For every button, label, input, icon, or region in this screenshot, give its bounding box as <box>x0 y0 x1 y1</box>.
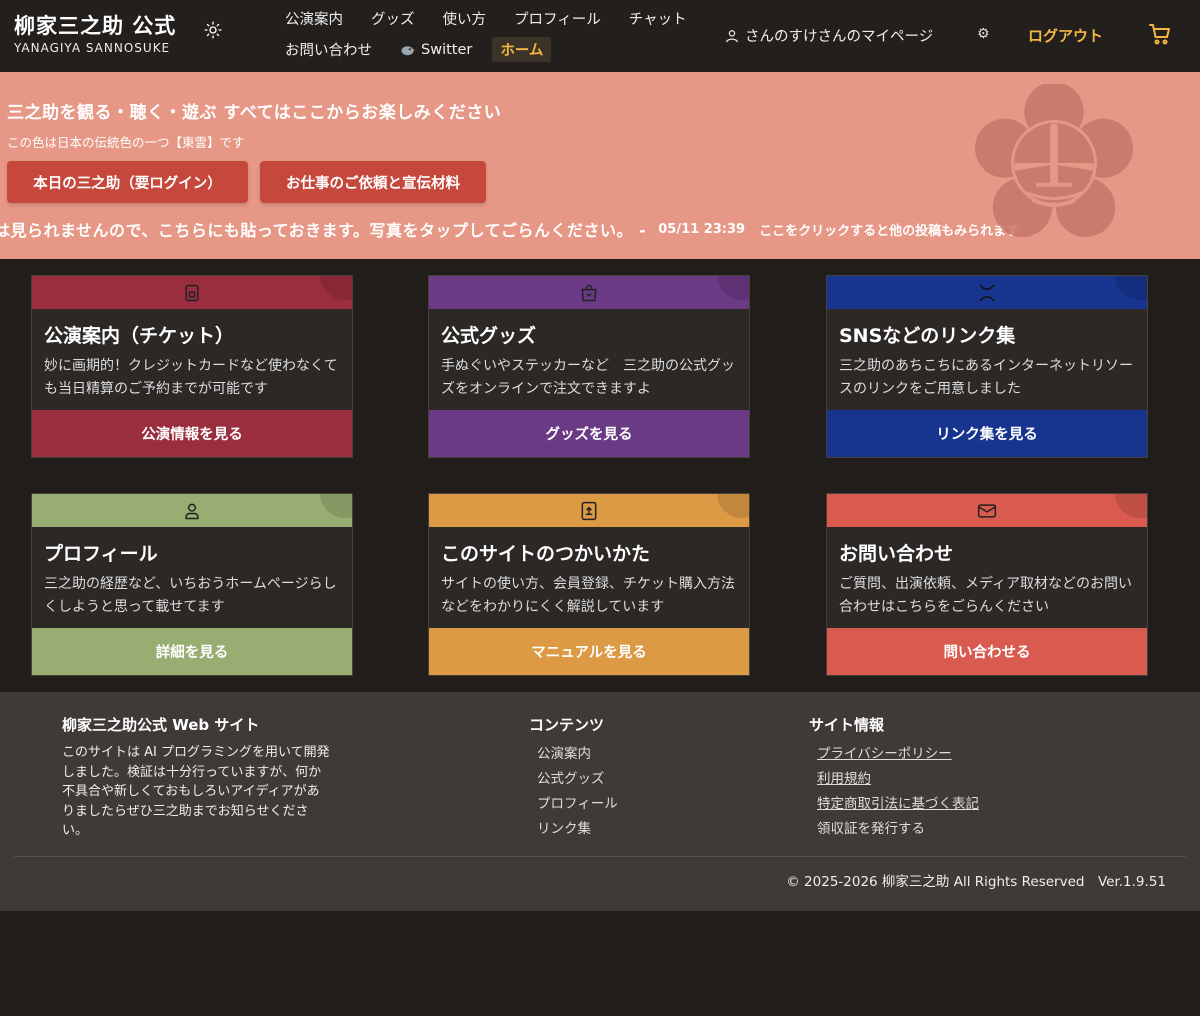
news-ticker[interactable]: は見られませんので、こちらにも貼っておきます。写真をタップしてごらんください。 … <box>0 217 1019 241</box>
card-goods: 公式グッズ 手ぬぐいやステッカーなど 三之助の公式グッズをオンラインで注文できま… <box>428 275 750 458</box>
profile-button[interactable]: 詳細を見る <box>32 628 352 675</box>
footer-link-commerce-law[interactable]: 特定商取引法に基づく表記 <box>817 792 979 817</box>
card-title: プロフィール <box>44 543 158 565</box>
manual-button[interactable]: マニュアルを見る <box>429 628 749 675</box>
card-tickets: 公演案内（チケット） 妙に画期的！クレジットカードなど使わなくても当日精算のご予… <box>31 275 353 458</box>
card-title: このサイトのつかいかた <box>441 543 651 565</box>
card-header <box>429 276 749 309</box>
card-manual: このサイトのつかいかた サイトの使い方、会員登録、チケット購入方法などをわかりに… <box>428 493 750 676</box>
nav-home[interactable]: ホーム <box>492 37 552 62</box>
card-header <box>32 494 352 527</box>
tickets-button[interactable]: 公演情報を見る <box>32 410 352 457</box>
links-button[interactable]: リンク集を見る <box>827 410 1147 457</box>
card-contact: お問い合わせ ご質問、出演依頼、メディア取材などのお問い合わせはこちらをごらんく… <box>826 493 1148 676</box>
card-description: 妙に画期的！クレジットカードなど使わなくても当日精算のご予約までが可能です <box>44 358 338 397</box>
nav-chat[interactable]: チャット <box>629 8 687 29</box>
today-sannosuke-button[interactable]: 本日の三之助（要ログイン） <box>7 161 248 203</box>
copyright-text: © 2025-2026 柳家三之助 All Rights Reserved Ve… <box>786 874 1166 890</box>
switter-bird-icon <box>401 45 415 55</box>
family-crest-icon <box>975 84 1133 238</box>
footer-about-text: このサイトは AI プログラミングを用いて開発しました。検証は十分行っていますが… <box>62 745 330 838</box>
card-description: 手ぬぐいやステッカーなど 三之助の公式グッズをオンラインで注文できますよ <box>441 358 735 397</box>
work-request-button[interactable]: お仕事のご依頼と宣伝材料 <box>260 161 486 203</box>
brand-subtitle: YANAGIYA SANNOSUKE <box>14 41 171 55</box>
card-title: 公式グッズ <box>441 325 537 347</box>
main-nav: 公演案内 グッズ 使い方 プロフィール チャット お問い合わせ Switter … <box>285 6 715 68</box>
nav-contact[interactable]: お問い合わせ <box>285 39 372 60</box>
card-title: SNSなどのリンク集 <box>839 325 1016 347</box>
card-links: SNSなどのリンク集 三之助のあちこちにあるインターネットリソースのリンクをご用… <box>826 275 1148 458</box>
card-description: サイトの使い方、会員登録、チケット購入方法などをわかりにくく解説しています <box>441 576 735 615</box>
footer-link-goods[interactable]: 公式グッズ <box>537 767 618 792</box>
card-header <box>429 494 749 527</box>
brand-title: 柳家三之助 公式 <box>14 13 177 38</box>
card-description: 三之助の経歴など、いちおうホームページらしくしようと思って載せてます <box>44 576 337 615</box>
logout-button[interactable]: ログアウト <box>1028 25 1103 46</box>
footer-link-receipt[interactable]: 領収証を発行する <box>817 817 979 842</box>
nav-usage[interactable]: 使い方 <box>443 8 487 29</box>
nav-switter[interactable]: Switter <box>400 42 472 58</box>
card-title: お問い合わせ <box>839 543 954 565</box>
card-title: 公演案内（チケット） <box>44 325 235 347</box>
footer-link-privacy[interactable]: プライバシーポリシー <box>817 742 979 767</box>
mypage-link[interactable]: さんのすけさんのマイページ <box>725 25 933 46</box>
footer-divider <box>14 856 1186 857</box>
mypage-label: さんのすけさんのマイページ <box>745 29 934 45</box>
ticker-timestamp: 05/11 23:39 <box>658 221 746 237</box>
card-description: 三之助のあちこちにあるインターネットリソースのリンクをご用意しました <box>839 358 1133 397</box>
gear-icon[interactable]: ⚙ <box>977 26 990 42</box>
site-header: 柳家三之助 公式 YANAGIYA SANNOSUKE 公演案内 グッズ 使い方… <box>0 0 1200 72</box>
x-logo-icon <box>979 284 995 301</box>
hero-title: 三之助を観る・聴く・遊ぶ すべてはここからお楽しみください <box>7 103 502 123</box>
footer-info-list: プライバシーポリシー 利用規約 特定商取引法に基づく表記 領収証を発行する <box>817 742 979 842</box>
site-footer: 柳家三之助公式 Web サイト このサイトは AI プログラミングを用いて開発し… <box>0 692 1200 911</box>
footer-contents-list: 公演案内 公式グッズ プロフィール リンク集 <box>537 742 618 842</box>
ticket-icon <box>185 284 199 301</box>
card-header <box>827 494 1147 527</box>
hero-banner: 三之助を観る・聴く・遊ぶ すべてはここからお楽しみください この色は日本の伝統色… <box>0 72 1200 259</box>
footer-link-links[interactable]: リンク集 <box>537 817 618 842</box>
user-icon <box>726 29 738 42</box>
footer-link-tickets[interactable]: 公演案内 <box>537 742 618 767</box>
ticker-text: は見られませんので、こちらにも貼っておきます。写真をタップしてごらんください。 … <box>0 221 647 240</box>
footer-info-title: サイト情報 <box>809 716 885 734</box>
brand-logo[interactable]: 柳家三之助 公式 YANAGIYA SANNOSUKE <box>14 10 176 55</box>
shopping-bag-icon <box>581 284 597 301</box>
nav-profile[interactable]: プロフィール <box>514 8 601 29</box>
person-icon <box>185 503 199 519</box>
card-header <box>827 276 1147 309</box>
mail-icon <box>977 503 997 518</box>
card-description: ご質問、出演依頼、メディア取材などのお問い合わせはこちらをごらんください <box>839 576 1133 615</box>
footer-link-profile[interactable]: プロフィール <box>537 792 618 817</box>
nav-switter-label: Switter <box>421 41 473 58</box>
nav-goods[interactable]: グッズ <box>371 8 415 29</box>
sun-icon[interactable] <box>204 21 222 39</box>
hero-subtitle: この色は日本の伝統色の一つ【東雲】です <box>7 135 245 150</box>
goods-button[interactable]: グッズを見る <box>429 410 749 457</box>
footer-about-title: 柳家三之助公式 Web サイト <box>62 716 260 734</box>
footer-contents-title: コンテンツ <box>529 716 605 734</box>
card-header <box>32 276 352 309</box>
nav-tickets[interactable]: 公演案内 <box>285 8 343 29</box>
cart-icon[interactable] <box>1148 22 1172 46</box>
footer-link-terms[interactable]: 利用規約 <box>817 767 979 792</box>
contact-button[interactable]: 問い合わせる <box>827 628 1147 675</box>
card-profile: プロフィール 三之助の経歴など、いちおうホームページらしくしようと思って載せてま… <box>31 493 353 676</box>
book-upload-icon <box>581 501 597 520</box>
